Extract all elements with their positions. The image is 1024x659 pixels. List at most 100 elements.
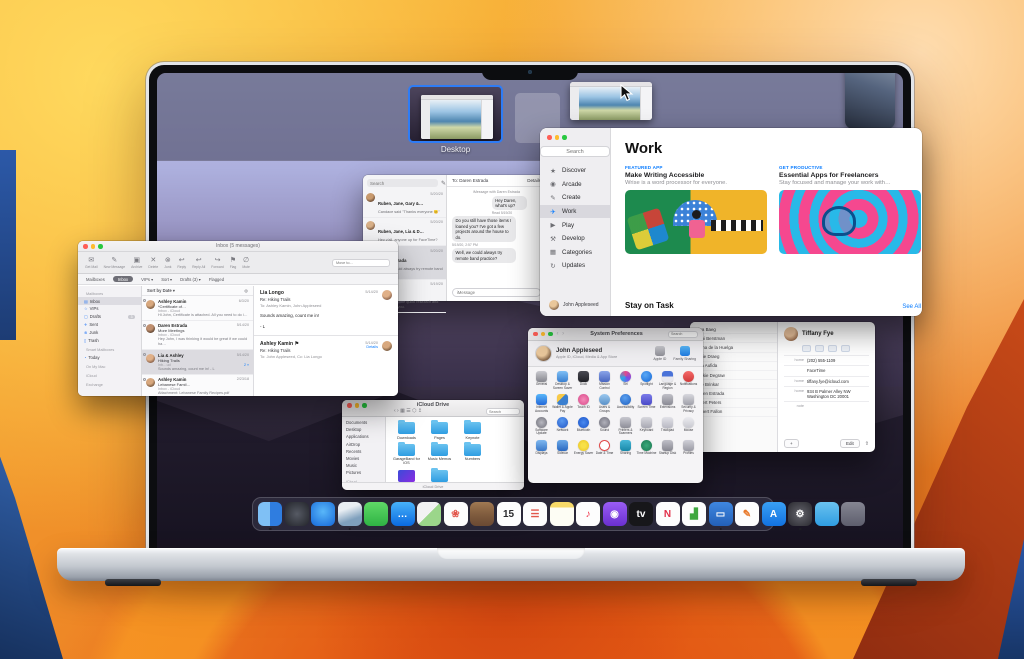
mail-sidebar-item[interactable]: ▢ Drafts 3: [78, 313, 141, 321]
mail-list-item[interactable]: Daren Estrada5/14/20 More Meetings Inbox…: [142, 321, 253, 350]
account-banner-button[interactable]: Apple ID: [653, 346, 666, 361]
minimize-button[interactable]: [555, 135, 560, 140]
dock-icon[interactable]: [285, 502, 309, 526]
dock-icon[interactable]: A: [762, 502, 786, 526]
mail-sidebar-item[interactable]: ◔ Today: [78, 353, 141, 361]
sort-menu[interactable]: Sort ▾: [161, 277, 172, 282]
preference-pane[interactable]: Sharing: [615, 440, 636, 456]
preference-pane[interactable]: Screen Time: [636, 394, 657, 413]
preference-pane[interactable]: Profiles: [678, 440, 699, 456]
contact-list-item[interactable]: Sue Brinkar: [690, 380, 777, 389]
messages-search-input[interactable]: [367, 179, 438, 187]
contact-list-item[interactable]: Tina Baeg: [690, 325, 777, 334]
mail-list-item[interactable]: Ashley Kamin6/3/20 *Certificate of… Inbo…: [142, 296, 253, 321]
minimize-button[interactable]: [355, 403, 360, 408]
prefs-search-input[interactable]: [668, 331, 698, 338]
preference-pane[interactable]: Bluetooth: [573, 417, 594, 436]
sort-by-date-label[interactable]: Sort by Date ▾: [147, 288, 175, 293]
mail-toolbar-button[interactable]: ⊗ Junk: [164, 257, 171, 269]
preference-pane[interactable]: Accessibility: [615, 394, 636, 413]
close-button[interactable]: [533, 332, 538, 337]
traffic-lights[interactable]: [533, 332, 553, 337]
app-store-sidebar-item[interactable]: ▶ Play: [540, 218, 610, 232]
folder-item[interactable]: Pages: [423, 422, 456, 440]
finder-sidebar-item[interactable]: Pictures: [342, 469, 385, 476]
dock-icon[interactable]: ✎: [735, 502, 759, 526]
dock-icon[interactable]: ⚙: [788, 502, 812, 526]
app-store-search-input[interactable]: [540, 146, 610, 157]
mail-sidebar-item[interactable]: ▤ Inbox: [78, 297, 141, 305]
move-to-field[interactable]: [332, 259, 390, 267]
preference-pane[interactable]: Spotlight: [636, 371, 657, 390]
contact-list-item[interactable]: Jackie Degraw: [690, 371, 777, 380]
dock-icon[interactable]: [417, 502, 441, 526]
contact-list-item[interactable]: Daren Estrada: [690, 389, 777, 398]
share-icon[interactable]: ⇧: [865, 441, 869, 447]
dock-icon[interactable]: [470, 502, 494, 526]
preference-pane[interactable]: Siri: [615, 371, 636, 390]
preference-pane[interactable]: Desktop & Screen Saver: [552, 371, 573, 390]
app-store-sidebar-item[interactable]: ↻ Updates: [540, 259, 610, 273]
minimize-button[interactable]: [541, 332, 546, 337]
folder-item[interactable]: Music Memos: [423, 444, 456, 466]
finder-sidebar-item[interactable]: Documents: [342, 419, 385, 426]
app-store-sidebar-item[interactable]: ✈ Work: [540, 205, 610, 219]
mail-list-item[interactable]: Lia & Ashley5/14/20 Hiking Trails Inb…ud…: [142, 350, 253, 375]
preference-pane[interactable]: Mouse: [678, 417, 699, 436]
dock-icon[interactable]: ▭: [709, 502, 733, 526]
mail-sidebar-item[interactable]: ✈ Sent: [78, 321, 141, 329]
thread-details-link[interactable]: Details: [527, 178, 541, 183]
preference-pane[interactable]: Extensions: [657, 394, 678, 413]
traffic-lights[interactable]: [547, 135, 567, 140]
preference-pane[interactable]: Network: [552, 417, 573, 436]
dock-icon[interactable]: ▟: [682, 502, 706, 526]
prefs-titlebar[interactable]: ‹ › System Preferences: [528, 328, 703, 341]
finder-toolbar-icons[interactable]: ‹ › ▦ ☰ ⬡ ↥: [394, 408, 422, 414]
traffic-lights[interactable]: [83, 244, 103, 249]
video-action-icon[interactable]: [828, 345, 837, 352]
contact-list-item[interactable]: Arnie Draeg: [690, 353, 777, 362]
dock-icon[interactable]: tv: [629, 502, 653, 526]
productive-card[interactable]: GET PRODUCTIVE Essential Apps for Freela…: [779, 165, 921, 254]
preference-pane[interactable]: Time Machine: [636, 440, 657, 456]
close-button[interactable]: [347, 403, 352, 408]
dragged-window-thumbnail[interactable]: [570, 82, 652, 120]
mail-sidebar-item[interactable]: ☆ VIPs: [78, 305, 141, 313]
preference-pane[interactable]: Security & Privacy: [678, 394, 699, 413]
back-forward-arrows[interactable]: ‹ ›: [557, 331, 566, 337]
finder-titlebar[interactable]: iCloud Drive ‹ › ▦ ☰ ⬡ ↥: [342, 400, 524, 417]
mail-toolbar-button[interactable]: ✉ Get Mail: [85, 257, 98, 269]
imessage-input[interactable]: [452, 288, 541, 297]
preference-pane[interactable]: General: [531, 371, 552, 390]
contact-list-item[interactable]: Elena de la Huelga: [690, 343, 777, 352]
preference-pane[interactable]: Energy Saver: [573, 440, 594, 456]
dock-icon[interactable]: [258, 502, 282, 526]
finder-sidebar-item[interactable]: Desktop: [342, 426, 385, 433]
filter-icon[interactable]: ◎: [244, 288, 248, 293]
dock-icon[interactable]: N: [656, 502, 680, 526]
featured-card[interactable]: FEATURED APP Make Writing Accessible Wri…: [625, 165, 767, 254]
folder-item[interactable]: Keynote: [456, 422, 489, 440]
see-all-link[interactable]: See All: [902, 304, 921, 310]
conversation-list-item[interactable]: 5/20/20 Ruben, Jane, Gary &… Candace sai…: [363, 189, 446, 218]
preference-pane[interactable]: Printers & Scanners: [615, 417, 636, 436]
drafts-menu[interactable]: Drafts (3) ▾: [180, 277, 201, 282]
preference-pane[interactable]: Software Update: [531, 417, 552, 436]
mail-toolbar-button[interactable]: ↩ Reply: [177, 257, 186, 269]
mail-toolbar-button[interactable]: ↩ Reply All: [192, 257, 205, 269]
folder-item[interactable]: Downloads: [390, 422, 423, 440]
mail-sidebar-item[interactable]: iCloud: [78, 373, 141, 380]
close-button[interactable]: [83, 244, 88, 249]
finder-sidebar-item[interactable]: AirDrop: [342, 441, 385, 448]
preference-pane[interactable]: Trackpad: [657, 417, 678, 436]
preference-pane[interactable]: Dock: [573, 371, 594, 390]
preference-pane[interactable]: Sound: [594, 417, 615, 436]
partial-space-thumbnail[interactable]: [845, 73, 895, 129]
compose-icon[interactable]: ✎: [441, 180, 446, 187]
app-store-sidebar-item[interactable]: ✎ Create: [540, 191, 610, 205]
mail-toolbar-button[interactable]: ⚑ Flag: [230, 257, 237, 269]
preference-pane[interactable]: Language & Region: [657, 371, 678, 390]
preference-pane[interactable]: Displays: [531, 440, 552, 456]
finder-sidebar-item[interactable]: Movies: [342, 455, 385, 462]
zoom-button[interactable]: [548, 332, 553, 337]
